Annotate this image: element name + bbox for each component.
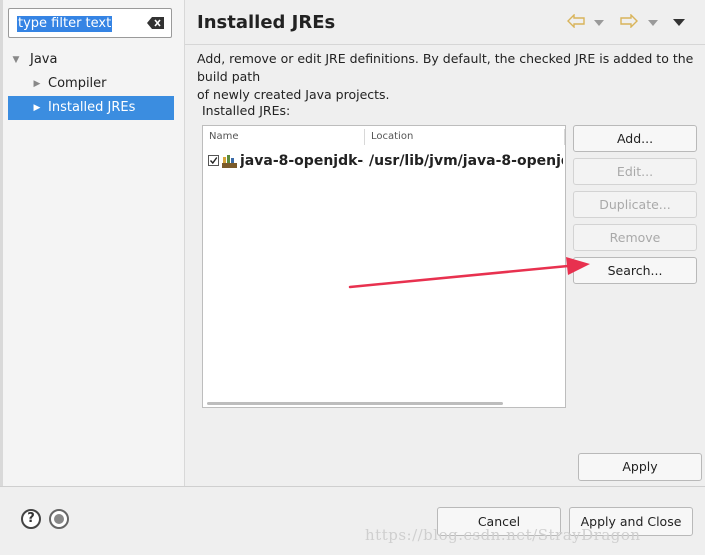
table-row[interactable]: java-8-openjdk-amd64 /usr/lib/jvm/java-8… (203, 150, 565, 172)
chevron-down-icon[interactable]: ▼ (10, 48, 22, 72)
back-arrow-icon[interactable] (567, 14, 585, 28)
column-header-location[interactable]: Location (365, 126, 565, 148)
tree-item-java[interactable]: ▼ Java (8, 48, 174, 72)
jre-checkbox[interactable] (208, 155, 219, 166)
duplicate-button[interactable]: Duplicate... (573, 191, 697, 218)
preferences-tree-pane: type filter text ▼ Java ▶ Compiler ▶ Ins… (0, 0, 185, 487)
jre-name-cell: java-8-openjdk-amd64 (240, 153, 364, 169)
apply-button[interactable]: Apply (578, 453, 702, 481)
page-title: Installed JREs (197, 12, 336, 33)
installed-jres-page: Installed JREs Add, remove or edit JRE d… (185, 0, 705, 487)
view-menu-icon[interactable] (673, 19, 685, 26)
filter-input[interactable]: type filter text (8, 8, 172, 38)
forward-arrow-icon[interactable] (620, 14, 638, 28)
horizontal-scrollbar[interactable] (207, 402, 503, 405)
tree-item-installed-jres[interactable]: ▶ Installed JREs (8, 96, 174, 120)
chevron-right-icon[interactable]: ▶ (31, 96, 43, 120)
window-edge (0, 0, 3, 487)
clear-filter-icon[interactable] (147, 16, 165, 30)
edit-button[interactable]: Edit... (573, 158, 697, 185)
add-button[interactable]: Add... (573, 125, 697, 152)
page-description: Add, remove or edit JRE definitions. By … (197, 51, 694, 102)
column-header-name[interactable]: Name (203, 126, 363, 148)
title-separator (185, 44, 705, 45)
installed-jres-table[interactable]: Name Location java-8-openjdk-amd64 /usr/… (202, 125, 566, 408)
remove-button[interactable]: Remove (573, 224, 697, 251)
tree-item-compiler[interactable]: ▶ Compiler (8, 72, 174, 96)
watermark: https://blog.csdn.net/StrayDragon (365, 526, 641, 544)
jre-location-cell: /usr/lib/jvm/java-8-openjdk-amd64 (369, 153, 563, 169)
column-divider[interactable] (564, 129, 565, 145)
filter-input-text[interactable]: type filter text (17, 16, 113, 32)
bottom-separator (0, 486, 705, 487)
page-navigation (567, 10, 691, 36)
checkmark-icon (209, 157, 218, 165)
help-icon[interactable]: ? (21, 509, 41, 529)
chevron-right-icon[interactable]: ▶ (31, 72, 43, 96)
search-button[interactable]: Search... (573, 257, 697, 284)
record-icon[interactable] (49, 509, 69, 529)
preferences-tree: ▼ Java ▶ Compiler ▶ Installed JREs (8, 48, 174, 120)
installed-jres-label: Installed JREs: (202, 103, 291, 118)
jre-library-icon (222, 155, 237, 168)
forward-dropdown-icon[interactable] (648, 20, 658, 26)
back-dropdown-icon[interactable] (594, 20, 604, 26)
